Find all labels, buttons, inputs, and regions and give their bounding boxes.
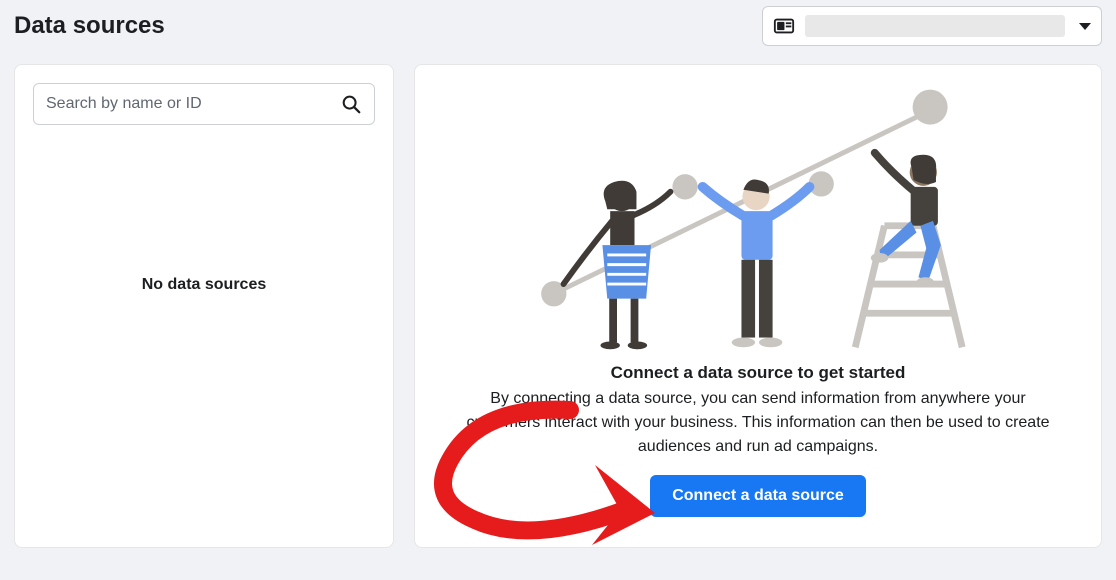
data-sources-list-panel: No data sources xyxy=(14,64,394,548)
empty-state-text: No data sources xyxy=(142,276,266,294)
connect-panel: Connect a data source to get started By … xyxy=(414,64,1102,548)
content-area: No data sources xyxy=(0,54,1116,562)
search-icon xyxy=(340,93,362,115)
account-icon xyxy=(773,15,795,37)
page-title: Data sources xyxy=(14,12,165,40)
account-selector-dropdown[interactable] xyxy=(762,6,1102,46)
empty-state: No data sources xyxy=(15,143,393,547)
connect-description: By connecting a data source, you can sen… xyxy=(463,387,1053,459)
connect-illustration xyxy=(533,75,983,357)
search-box[interactable] xyxy=(33,83,375,125)
page-header: Data sources xyxy=(0,0,1116,54)
connect-heading: Connect a data source to get started xyxy=(611,363,906,383)
chevron-down-icon xyxy=(1079,23,1091,30)
search-input[interactable] xyxy=(46,95,340,113)
account-name-redacted xyxy=(805,15,1065,37)
search-wrapper xyxy=(15,65,393,143)
connect-data-source-button[interactable]: Connect a data source xyxy=(650,475,866,517)
